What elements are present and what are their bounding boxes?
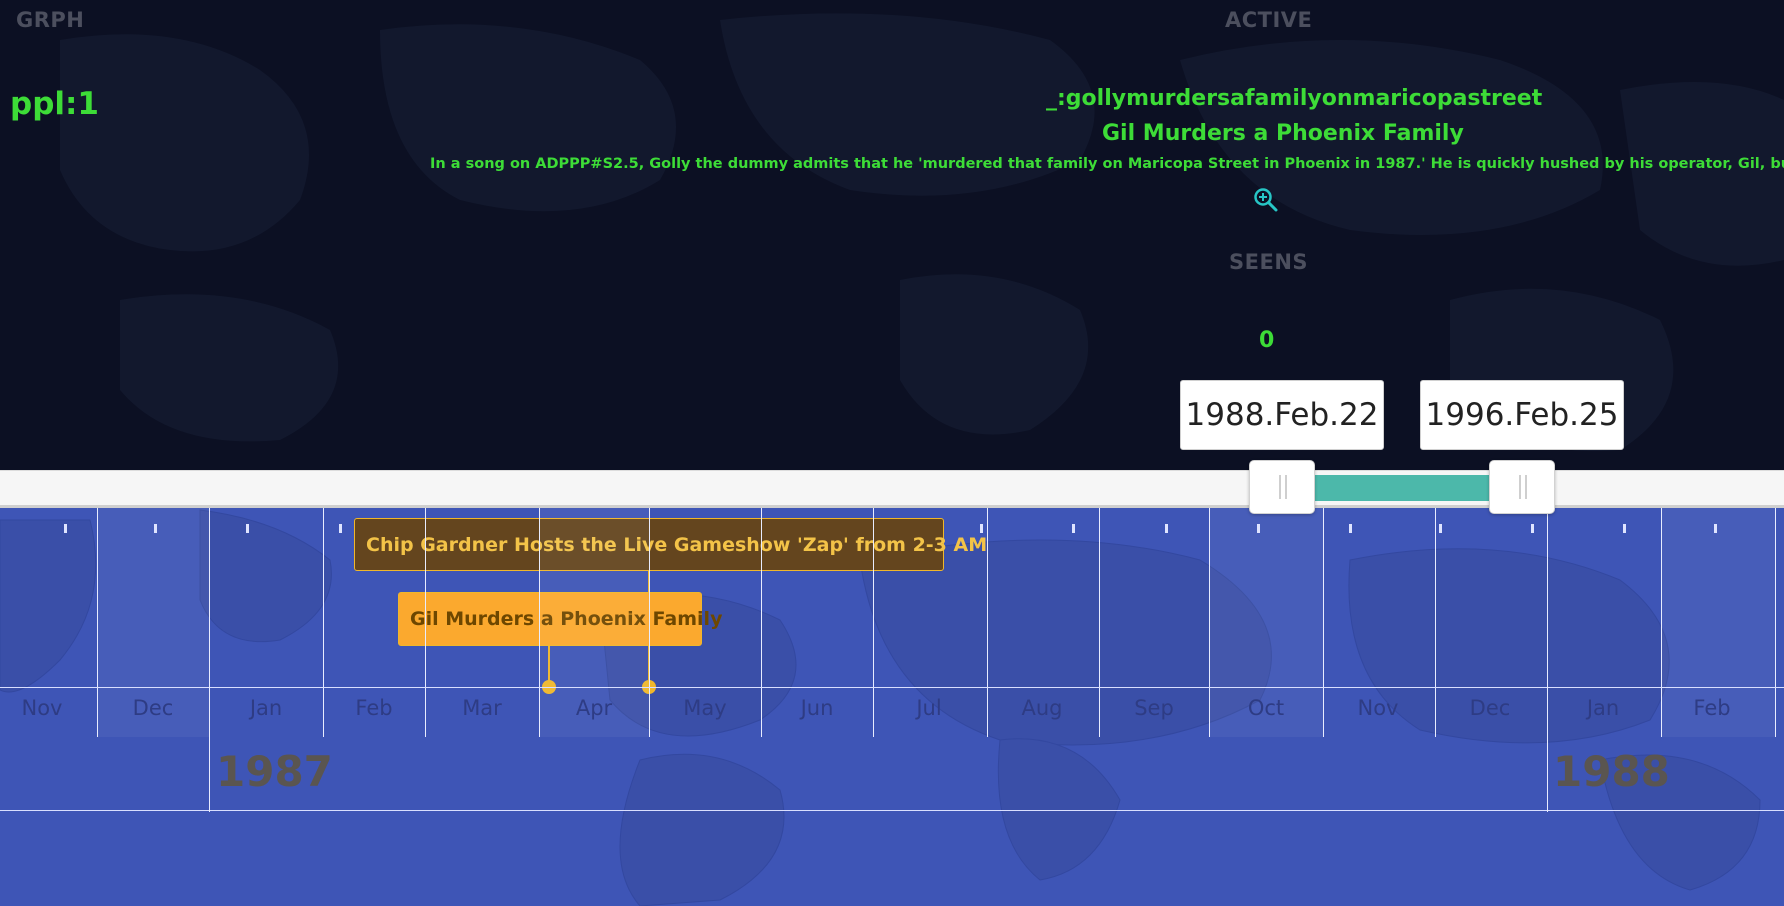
month-divider: [539, 507, 540, 737]
year-divider: [209, 507, 210, 812]
timeline[interactable]: Nov Dec Jan Feb Mar Apr May Jun Jul Aug Sep Oct Nov D…: [0, 507, 1784, 906]
month-label: Feb: [355, 696, 393, 720]
month-label: Nov: [21, 696, 63, 720]
month-label: Feb: [1693, 696, 1731, 720]
month-label: Jan: [1586, 696, 1620, 720]
month-axis-line: [0, 687, 1784, 688]
month-label: Mar: [462, 696, 502, 720]
date-range-selection: [1315, 475, 1490, 501]
month-label: Oct: [1247, 696, 1285, 720]
month-divider: [987, 507, 988, 737]
month-divider: [1435, 507, 1436, 737]
month-divider: [649, 507, 650, 737]
month-divider: [1323, 507, 1324, 737]
month-divider: [1099, 507, 1100, 737]
minor-tick: [1714, 524, 1717, 533]
year-axis-line: [0, 810, 1784, 811]
minor-tick: [1165, 524, 1168, 533]
ppl-count: ppl:1: [10, 86, 99, 122]
range-start-handle[interactable]: [1249, 460, 1315, 514]
active-node-description: In a song on ADPPP#S2.5, Golly the dummy…: [430, 156, 1784, 172]
minor-tick: [64, 524, 67, 533]
month-label: Sep: [1134, 696, 1174, 720]
month-label: Jan: [249, 696, 283, 720]
month-label: May: [683, 696, 727, 720]
month-divider: [1209, 507, 1210, 737]
month-label: Apr: [575, 696, 613, 720]
minor-tick: [246, 524, 249, 533]
minor-tick: [1257, 524, 1260, 533]
minor-tick: [1623, 524, 1626, 533]
minor-tick: [1531, 524, 1534, 533]
seens-count: 0: [1259, 328, 1275, 353]
month-label: Nov: [1357, 696, 1399, 720]
seens-section-label: SEENS: [1229, 250, 1309, 274]
range-end-date: 1996.Feb.25: [1420, 380, 1624, 450]
month-label: Dec: [1469, 696, 1511, 720]
minor-tick: [154, 524, 157, 533]
range-start-date: 1988.Feb.22: [1180, 380, 1384, 450]
zoom-in-icon[interactable]: [1253, 187, 1279, 213]
month-label: Dec: [132, 696, 174, 720]
minor-tick: [1072, 524, 1075, 533]
year-divider: [1547, 507, 1548, 812]
year-label: 1988: [1553, 747, 1670, 796]
month-divider: [1775, 507, 1776, 737]
info-panel: GRPH ACTIVE ppl:1 _:gollymurdersafamilyo…: [0, 0, 1784, 470]
active-section-label: ACTIVE: [1225, 8, 1313, 32]
range-end-handle[interactable]: [1489, 460, 1555, 514]
month-label: Jun: [800, 696, 834, 720]
minor-tick: [1349, 524, 1352, 533]
minor-tick: [339, 524, 342, 533]
grph-section-label: GRPH: [16, 8, 85, 32]
month-label: Aug: [1021, 696, 1063, 720]
month-divider: [425, 507, 426, 737]
month-divider: [761, 507, 762, 737]
active-node-id: _:gollymurdersafamilyonmaricopastreet: [1046, 86, 1543, 111]
year-label: 1987: [216, 747, 333, 796]
month-label: Jul: [916, 696, 942, 720]
active-node-title: Gil Murders a Phoenix Family: [1102, 121, 1464, 146]
month-divider: [97, 507, 98, 737]
month-divider: [873, 507, 874, 737]
minor-tick: [980, 524, 983, 533]
minor-tick: [1439, 524, 1442, 533]
